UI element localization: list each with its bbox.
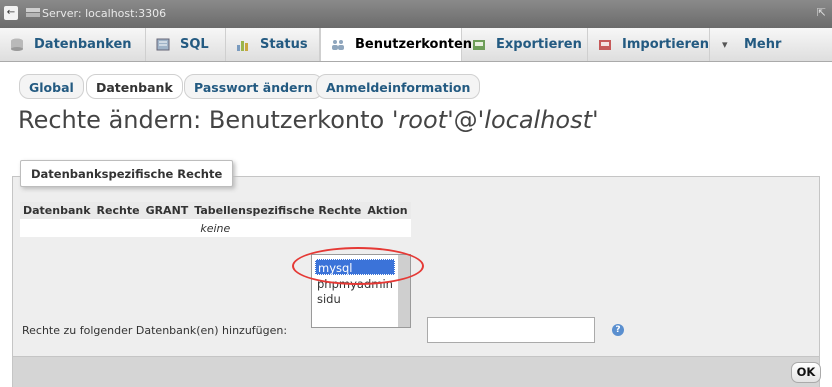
database-name-input[interactable] bbox=[427, 317, 595, 343]
tab-label: Exportieren bbox=[496, 37, 582, 52]
tab-label: Importieren bbox=[622, 37, 710, 52]
top-navigation: Datenbanken SQL Status Benutzerkonten Ex… bbox=[0, 28, 832, 62]
collapse-icon[interactable]: ⇱ bbox=[817, 6, 826, 19]
tab-importieren[interactable]: Importieren bbox=[588, 28, 710, 61]
list-option-sidu[interactable]: sidu bbox=[315, 291, 397, 307]
subtab-anmeldeinformation[interactable]: Anmeldeinformation bbox=[316, 74, 481, 99]
server-icon bbox=[26, 8, 40, 17]
add-privileges-label: Rechte zu folgender Datenbank(en) hinzuf… bbox=[22, 324, 288, 337]
help-icon[interactable]: ? bbox=[612, 324, 624, 336]
tab-mehr[interactable]: ▾ Mehr bbox=[710, 28, 784, 61]
tab-exportieren[interactable]: Exportieren bbox=[462, 28, 588, 61]
tab-sql[interactable]: SQL bbox=[146, 28, 226, 61]
page-title: Rechte ändern: Benutzerkonto 'root'@'loc… bbox=[18, 106, 599, 134]
users-icon bbox=[332, 40, 344, 50]
table-row: keine bbox=[20, 219, 411, 237]
back-arrow-icon[interactable]: ← bbox=[4, 6, 18, 20]
export-icon bbox=[473, 40, 485, 50]
column-header: Tabellenspezifische Rechte bbox=[191, 202, 365, 219]
column-header: GRANT bbox=[142, 202, 192, 219]
tab-benutzerkonten[interactable]: Benutzerkonten bbox=[320, 28, 472, 61]
tab-label: Benutzerkonten bbox=[355, 37, 473, 52]
column-header: Aktion bbox=[364, 202, 411, 219]
tab-label: Datenbanken bbox=[34, 37, 132, 52]
subtab-global[interactable]: Global bbox=[19, 74, 84, 99]
tab-label: Status bbox=[260, 37, 308, 52]
server-bar: ← Server: localhost:3306 ⇱ bbox=[0, 0, 832, 28]
import-icon bbox=[599, 40, 611, 50]
subtab-datenbank[interactable]: Datenbank bbox=[86, 74, 183, 99]
sql-icon bbox=[156, 38, 170, 51]
subtab-passwort-aendern[interactable]: Passwort ändern bbox=[184, 74, 323, 99]
database-icon bbox=[11, 38, 23, 51]
form-footer bbox=[12, 356, 820, 387]
fieldset-legend: Datenbankspezifische Rechte bbox=[20, 160, 234, 187]
column-header: Datenbank bbox=[20, 202, 94, 219]
tab-datenbanken[interactable]: Datenbanken bbox=[0, 28, 146, 61]
server-breadcrumb[interactable]: Server: localhost:3306 bbox=[42, 7, 166, 20]
ok-button[interactable]: OK bbox=[791, 362, 821, 383]
tab-status[interactable]: Status bbox=[226, 28, 320, 61]
status-icon bbox=[237, 41, 248, 51]
empty-cell: keine bbox=[20, 219, 411, 237]
chevron-down-icon: ▾ bbox=[722, 38, 728, 51]
tab-label: SQL bbox=[180, 37, 209, 52]
table-header-row: Datenbank Rechte GRANT Tabellenspezifisc… bbox=[20, 202, 411, 219]
column-header: Rechte bbox=[93, 202, 143, 219]
tab-label: Mehr bbox=[744, 37, 782, 52]
db-privileges-table: Datenbank Rechte GRANT Tabellenspezifisc… bbox=[20, 202, 411, 237]
highlight-annotation bbox=[292, 247, 424, 285]
